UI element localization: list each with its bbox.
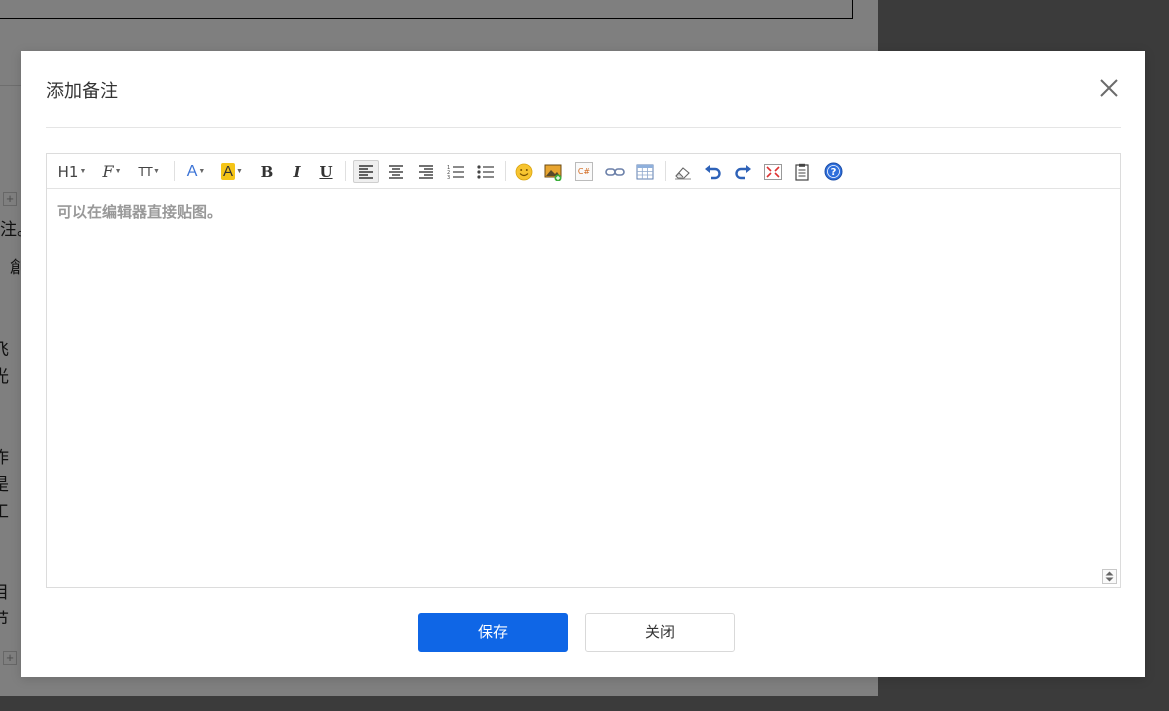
editor-content-area[interactable]: 可以在编辑器直接贴图。 bbox=[47, 189, 1120, 587]
underline-icon[interactable]: U bbox=[315, 160, 337, 183]
heading-icon[interactable]: H1 ▼ bbox=[55, 160, 89, 183]
svg-text:3: 3 bbox=[447, 175, 450, 180]
dialog-title: 添加备注 bbox=[46, 81, 118, 102]
toolbar-separator bbox=[345, 161, 346, 181]
help-icon[interactable]: ? bbox=[821, 160, 845, 183]
resize-handle-icon[interactable] bbox=[1102, 569, 1117, 584]
fullscreen-icon[interactable] bbox=[761, 160, 785, 183]
eraser-icon[interactable] bbox=[671, 160, 695, 183]
italic-icon[interactable]: I bbox=[286, 160, 308, 183]
bold-icon[interactable]: B bbox=[256, 160, 278, 183]
redo-icon[interactable] bbox=[731, 160, 755, 183]
unordered-list-icon[interactable] bbox=[473, 160, 499, 183]
ordered-list-icon[interactable]: 1 2 3 bbox=[443, 160, 469, 183]
font-family-icon[interactable]: F ▼ bbox=[98, 160, 126, 183]
align-left-icon[interactable] bbox=[353, 160, 379, 183]
close-icon[interactable] bbox=[1099, 78, 1119, 98]
image-icon[interactable] bbox=[542, 160, 566, 183]
highlight-icon[interactable]: A ▼ bbox=[217, 160, 247, 183]
editor-placeholder: 可以在编辑器直接贴图。 bbox=[57, 203, 223, 221]
save-button[interactable]: 保存 bbox=[418, 613, 568, 652]
add-note-dialog: 添加备注 H1 ▼ F ▼ TT ▼ A ▼ A ▼ B I U 1 2 3 C… bbox=[21, 51, 1145, 677]
dialog-divider bbox=[46, 127, 1121, 128]
align-right-icon[interactable] bbox=[413, 160, 439, 183]
rich-text-editor: H1 ▼ F ▼ TT ▼ A ▼ A ▼ B I U 1 2 3 C# ? 可… bbox=[46, 153, 1121, 588]
toolbar-separator bbox=[174, 161, 175, 181]
table-icon[interactable] bbox=[632, 160, 658, 183]
paste-icon[interactable] bbox=[791, 160, 815, 183]
font-size-icon[interactable]: TT ▼ bbox=[134, 160, 164, 183]
close-button[interactable]: 关闭 bbox=[585, 613, 735, 652]
undo-icon[interactable] bbox=[701, 160, 725, 183]
font-color-icon[interactable]: A ▼ bbox=[183, 160, 209, 183]
emoji-icon[interactable] bbox=[512, 160, 536, 183]
toolbar-separator bbox=[665, 161, 666, 181]
svg-text:?: ? bbox=[830, 167, 836, 178]
editor-toolbar: H1 ▼ F ▼ TT ▼ A ▼ A ▼ B I U 1 2 3 C# ? bbox=[47, 154, 1120, 189]
link-icon[interactable] bbox=[602, 160, 628, 183]
toolbar-separator bbox=[505, 161, 506, 181]
code-icon[interactable]: C# bbox=[572, 160, 596, 183]
align-center-icon[interactable] bbox=[383, 160, 409, 183]
